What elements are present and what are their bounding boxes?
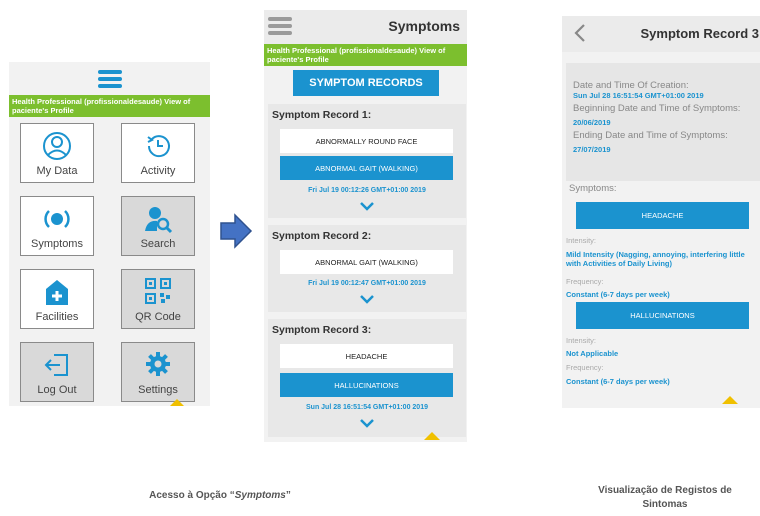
symptom-record-card[interactable]: Symptom Record 2: ABNORMAL GAIT (WALKING… [268, 225, 466, 312]
begin-value: 20/06/2019 [573, 118, 611, 127]
chevron-down-icon[interactable] [360, 419, 374, 428]
home-screen: Health Professional (profissionaldesaude… [9, 62, 210, 406]
logout-icon [44, 354, 68, 376]
gear-icon [146, 352, 170, 376]
tile-my-data[interactable]: My Data [20, 123, 94, 183]
role-banner: Health Professional (profissionaldesaude… [9, 95, 210, 117]
intensity-label: Intensity: [566, 336, 597, 345]
tile-activity[interactable]: Activity [121, 123, 195, 183]
symptom-button[interactable]: HEADACHE [576, 202, 749, 229]
tile-label: Search [140, 238, 176, 250]
symptom-button[interactable]: HALLUCINATIONS [576, 302, 749, 329]
tile-label: Facilities [35, 311, 79, 323]
intensity-value: Not Applicable [566, 349, 619, 358]
menu-icon[interactable] [98, 70, 122, 88]
record-timestamp: Sun Jul 28 16:51:54 GMT+01:00 2019 [306, 404, 428, 411]
tile-label: Activity [140, 165, 176, 177]
back-chevron-icon[interactable] [574, 24, 586, 42]
tile-label: Symptoms [31, 238, 83, 250]
tile-facilities[interactable]: Facilities [20, 269, 94, 329]
header: Symptoms [264, 10, 467, 44]
symptom-item: ABNORMAL GAIT (WALKING) [280, 250, 453, 274]
page-title: Symptom Record 3 [640, 26, 759, 41]
symptom-record-detail-screen: Symptom Record 3 Date and Time Of Creati… [562, 16, 760, 408]
symptom-item: ABNORMAL GAIT (WALKING) [280, 156, 453, 180]
frequency-value: Constant (6-7 days per week) [566, 290, 670, 299]
scroll-marker [722, 396, 738, 404]
tile-label: Settings [138, 384, 178, 396]
symptom-record-card[interactable]: Symptom Record 1: ABNORMALLY ROUND FACE … [268, 104, 466, 218]
page-title: Symptoms [388, 18, 460, 34]
tile-qr-code[interactable]: QR Code [121, 269, 195, 329]
intensity-value: Mild Intensity (Nagging, annoying, inter… [566, 250, 745, 268]
tile-label: QR Code [135, 311, 181, 323]
symptom-item: ABNORMALLY ROUND FACE [280, 129, 453, 153]
begin-label: Beginning Date and Time of Symptoms: [573, 103, 741, 114]
symptoms-screen: Symptoms Health Professional (profission… [264, 10, 467, 442]
tile-search[interactable]: Search [121, 196, 195, 256]
caption-left: Acesso à Opção “Symptoms” [149, 490, 291, 501]
record-timestamp: Fri Jul 19 00:12:47 GMT+01:00 2019 [308, 280, 426, 287]
arrow-right-icon [220, 213, 253, 249]
user-icon [43, 132, 71, 160]
record-title: Symptom Record 3: [272, 324, 372, 336]
frequency-label: Frequency: [566, 363, 604, 372]
intensity-label: Intensity: [566, 236, 597, 245]
caption-right: Visualização de Registos de Sintomas [598, 485, 732, 510]
symptom-records-button[interactable]: SYMPTOM RECORDS [293, 70, 439, 96]
record-title: Symptom Record 1: [272, 109, 372, 121]
creation-value: Sun Jul 28 16:51:54 GMT+01:00 2019 [573, 91, 704, 100]
tile-symptoms[interactable]: Symptoms [20, 196, 94, 256]
scroll-marker [169, 399, 185, 406]
record-dates-box: Date and Time Of Creation: Sun Jul 28 16… [566, 63, 760, 181]
end-label: Ending Date and Time of Symptoms: [573, 130, 728, 141]
symptom-record-card[interactable]: Symptom Record 3: HEADACHE HALLUCINATION… [268, 319, 466, 437]
record-title: Symptom Record 2: [272, 230, 372, 242]
symptom-item: HALLUCINATIONS [280, 373, 453, 397]
frequency-value: Constant (6-7 days per week) [566, 377, 670, 386]
broadcast-icon [44, 210, 70, 228]
record-timestamp: Fri Jul 19 00:12:26 GMT+01:00 2019 [308, 187, 426, 194]
chevron-down-icon[interactable] [360, 202, 374, 211]
tile-log-out[interactable]: Log Out [20, 342, 94, 402]
tile-settings[interactable]: Settings [121, 342, 195, 402]
qr-code-icon [145, 278, 171, 304]
user-search-icon [145, 207, 173, 234]
tile-label: My Data [36, 165, 78, 177]
header: Symptom Record 3 [562, 16, 760, 52]
tile-label: Log Out [37, 384, 77, 396]
creation-label: Date and Time Of Creation: [573, 80, 689, 91]
scroll-marker [424, 432, 440, 440]
symptom-item: HEADACHE [280, 344, 453, 368]
menu-icon[interactable] [268, 17, 292, 35]
hospital-icon [46, 280, 68, 305]
symptoms-label: Symptoms: [569, 183, 617, 194]
end-value: 27/07/2019 [573, 145, 611, 154]
role-banner: Health Professional (profissionaldesaude… [264, 44, 467, 66]
chevron-down-icon[interactable] [360, 295, 374, 304]
frequency-label: Frequency: [566, 277, 604, 286]
history-icon [147, 135, 170, 158]
